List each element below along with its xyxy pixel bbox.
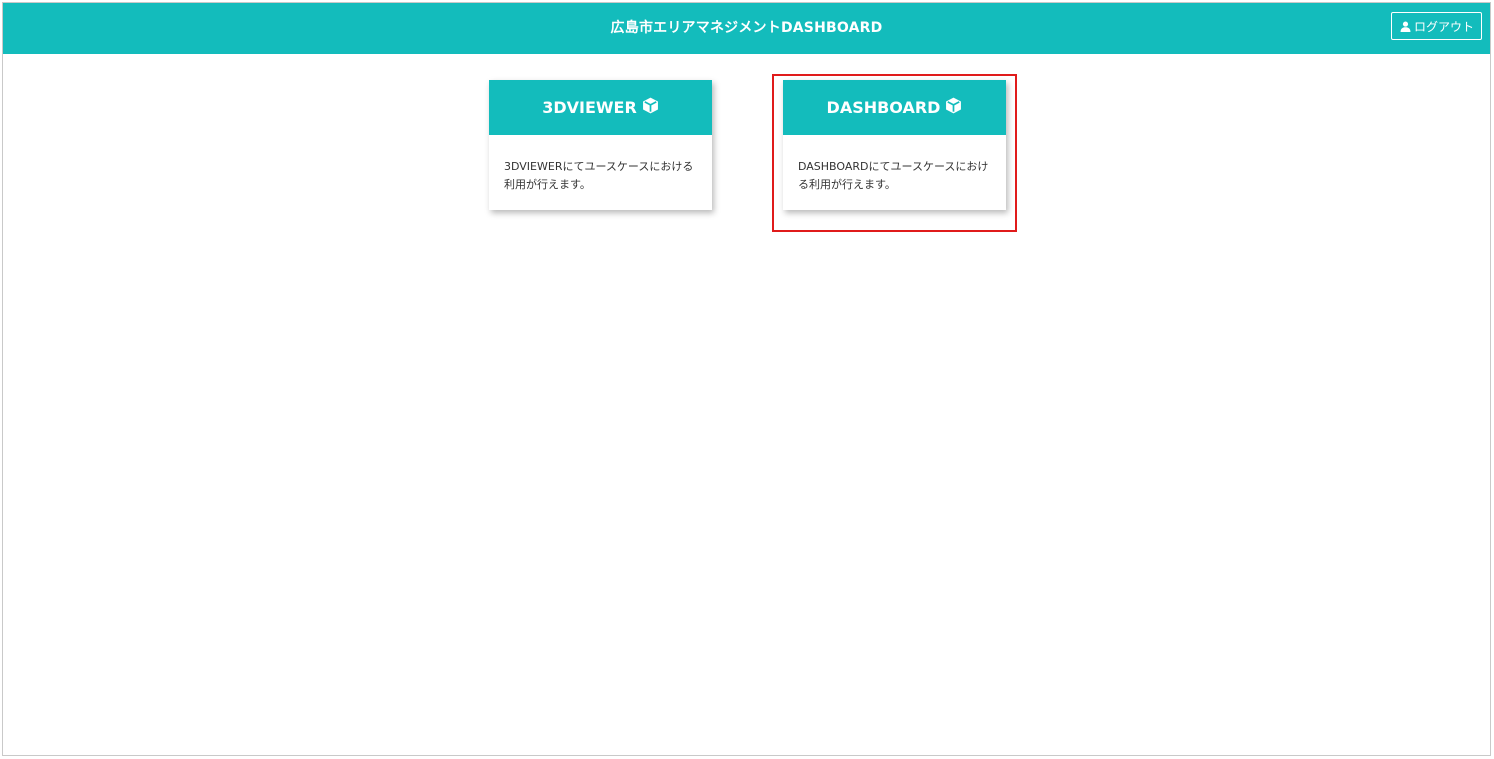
- card-3dviewer[interactable]: 3DVIEWER 3DVIEWERにてユースケースにおける利用が行えます。: [489, 80, 712, 210]
- logout-button[interactable]: ログアウト: [1390, 12, 1482, 40]
- highlight-box: [772, 74, 1017, 232]
- page-frame: [2, 2, 1491, 756]
- top-navbar: 広島市エリアマネジメントDASHBOARD ログアウト: [3, 3, 1490, 54]
- cube-icon: [642, 97, 659, 118]
- user-icon: [1400, 21, 1411, 32]
- app-title: 広島市エリアマネジメントDASHBOARD: [610, 20, 883, 36]
- card-title: 3DVIEWER: [542, 98, 637, 117]
- card-description: 3DVIEWERにてユースケースにおける利用が行えます。: [504, 160, 694, 191]
- card-header[interactable]: 3DVIEWER: [489, 80, 712, 135]
- logout-label: ログアウト: [1413, 19, 1474, 34]
